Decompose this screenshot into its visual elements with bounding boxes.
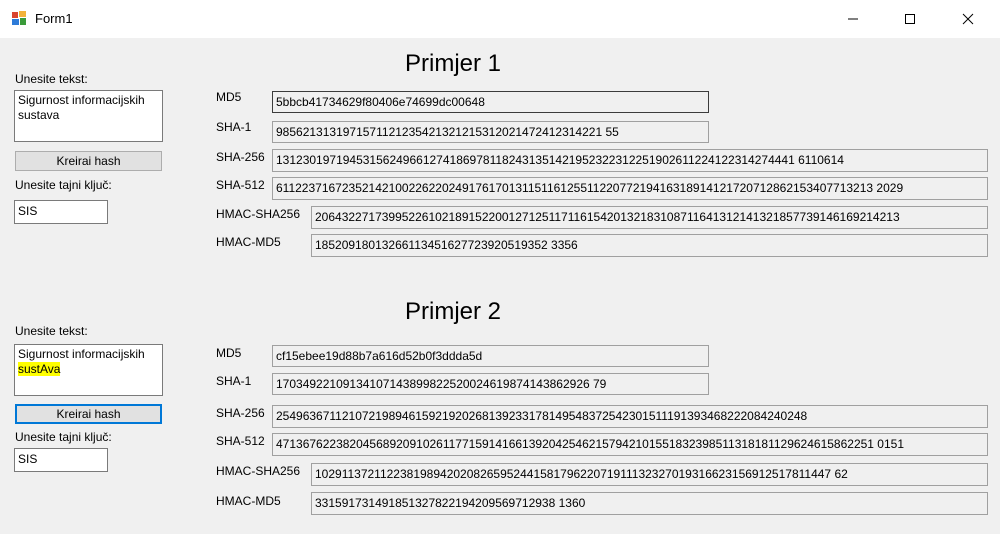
minimize-button[interactable] bbox=[830, 0, 876, 38]
example2-sha1-output[interactable]: 1703492210913410714389982252002461987414… bbox=[272, 373, 709, 395]
example2-sha512-label: SHA-512 bbox=[216, 434, 265, 448]
example2-md5-output[interactable]: cf15ebee19d88b7a616d52b0f3ddda5d bbox=[272, 345, 709, 367]
example2-input-label: Unesite tekst: bbox=[15, 324, 88, 338]
example2-hash-button[interactable]: Kreirai hash bbox=[15, 404, 162, 424]
example1-sha512-label: SHA-512 bbox=[216, 178, 265, 192]
example2-key-input[interactable]: SIS bbox=[14, 448, 108, 472]
example1-hmac-sha256-label: HMAC-SHA256 bbox=[216, 207, 301, 221]
minimize-icon bbox=[848, 18, 858, 20]
example2-hmac-md5-output[interactable]: 331591731491851327822194209569712938 136… bbox=[311, 492, 988, 515]
maximize-button[interactable] bbox=[887, 0, 933, 38]
example1-md5-output[interactable]: 5bbcb41734629f80406e74699dc00648 bbox=[272, 91, 709, 113]
example2-hmac-md5-label: HMAC-MD5 bbox=[216, 494, 281, 508]
maximize-icon bbox=[905, 14, 915, 24]
window-title: Form1 bbox=[35, 11, 73, 26]
example1-hash-button[interactable]: Kreirai hash bbox=[15, 151, 162, 171]
example1-heading: Primjer 1 bbox=[405, 50, 502, 77]
example1-sha512-output[interactable]: 6112237167235214210022622024917617013115… bbox=[272, 177, 988, 200]
example1-sha256-output[interactable]: 1312301971945315624966127418697811824313… bbox=[272, 149, 988, 172]
example2-key-label: Unesite tajni ključ: bbox=[15, 430, 112, 444]
example1-hmac-md5-output[interactable]: 18520918013266113451627723920519352 3356 bbox=[311, 234, 988, 257]
example2-sha256-label: SHA-256 bbox=[216, 406, 265, 420]
close-icon bbox=[962, 13, 974, 25]
example2-hmac-sha256-output[interactable]: 1029113721122381989420208265952441581796… bbox=[311, 463, 988, 486]
example1-md5-label: MD5 bbox=[216, 90, 242, 104]
example1-input-label: Unesite tekst: bbox=[15, 72, 88, 86]
example1-text-input[interactable]: Sigurnost informacijskih sustava bbox=[14, 90, 163, 142]
example2-sha256-output[interactable]: 2549636711210721989461592192026813923317… bbox=[272, 405, 988, 428]
example2-sha1-label: SHA-1 bbox=[216, 374, 252, 388]
example2-sha512-output[interactable]: 4713676223820456892091026117715914166139… bbox=[272, 433, 988, 456]
example1-key-label: Unesite tajni ključ: bbox=[15, 178, 112, 192]
example2-md5-label: MD5 bbox=[216, 346, 242, 360]
example1-hmac-md5-label: HMAC-MD5 bbox=[216, 235, 281, 249]
app-icon bbox=[11, 10, 27, 26]
example2-heading: Primjer 2 bbox=[405, 298, 502, 325]
example2-hmac-sha256-label: HMAC-SHA256 bbox=[216, 464, 301, 478]
example2-text-line2-highlight: sustAva bbox=[18, 362, 61, 376]
example2-text-input[interactable]: Sigurnost informacijskih sustAva bbox=[14, 344, 163, 396]
example1-sha1-label: SHA-1 bbox=[216, 120, 252, 134]
form-client-area: Primjer 1 Unesite tekst: Sigurnost infor… bbox=[0, 38, 1000, 534]
title-bar: Form1 bbox=[0, 0, 1000, 38]
example1-key-input[interactable]: SIS bbox=[14, 200, 108, 224]
example2-text-line1: Sigurnost informacijskih bbox=[18, 347, 145, 361]
close-button[interactable] bbox=[945, 0, 991, 38]
example1-hmac-sha256-output[interactable]: 2064322717399522610218915220012712511711… bbox=[311, 206, 988, 229]
example1-sha256-label: SHA-256 bbox=[216, 150, 265, 164]
example1-sha1-output[interactable]: 9856213131971571121235421321215312021472… bbox=[272, 121, 709, 143]
